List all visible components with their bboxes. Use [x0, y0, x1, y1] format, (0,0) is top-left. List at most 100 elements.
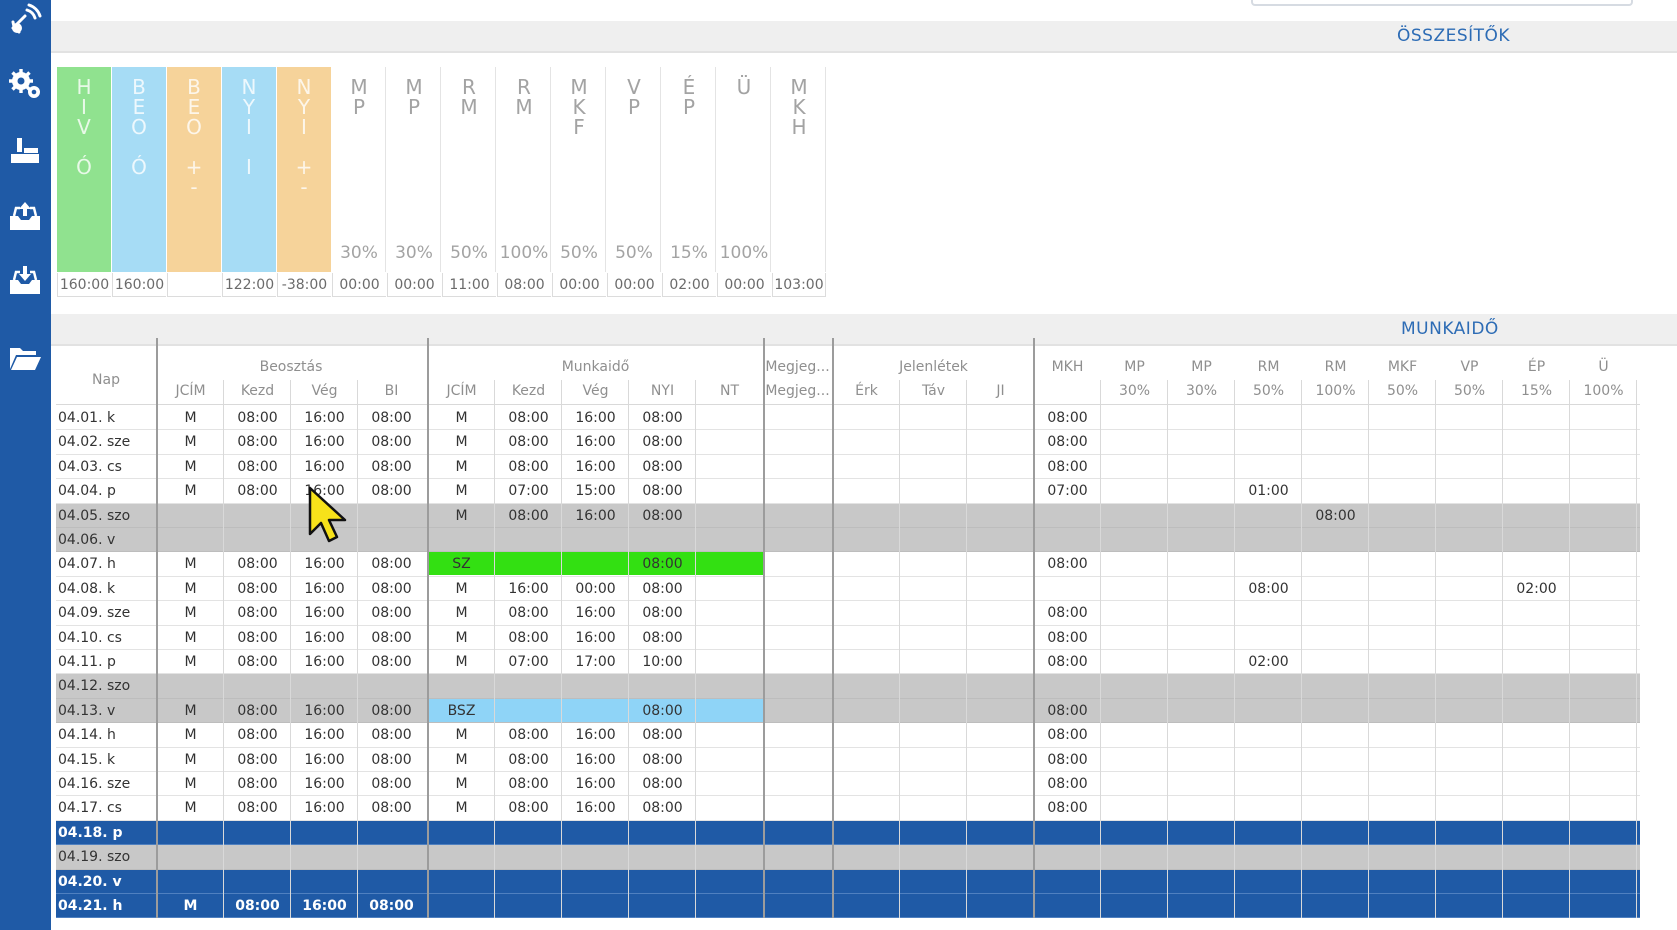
table-cell[interactable]	[900, 870, 967, 894]
table-cell[interactable]: 16:00	[291, 796, 358, 820]
table-cell[interactable]	[428, 870, 495, 894]
column-header[interactable]: JI	[967, 380, 1034, 402]
table-cell[interactable]	[967, 723, 1034, 747]
table-cell[interactable]	[1436, 772, 1503, 796]
table-cell[interactable]: M	[157, 894, 224, 918]
table-cell[interactable]: M	[428, 406, 495, 430]
table-cell[interactable]	[1570, 674, 1637, 698]
table-cell[interactable]: 08:00	[1034, 650, 1101, 674]
table-cell[interactable]	[900, 479, 967, 503]
table-cell[interactable]	[1503, 601, 1570, 625]
column-header[interactable]: RM	[1302, 356, 1369, 378]
table-cell[interactable]: 08:00	[629, 430, 696, 454]
table-cell[interactable]: 08:00	[629, 406, 696, 430]
table-cell[interactable]	[562, 821, 629, 845]
table-cell[interactable]	[1436, 845, 1503, 869]
table-cell[interactable]	[224, 528, 291, 552]
table-cell[interactable]	[224, 845, 291, 869]
table-cell[interactable]	[1034, 577, 1101, 601]
table-cell[interactable]: 16:00	[291, 406, 358, 430]
column-header[interactable]: MKH	[1034, 356, 1101, 378]
table-cell[interactable]	[1436, 406, 1503, 430]
table-cell[interactable]	[1503, 479, 1570, 503]
table-cell[interactable]	[629, 870, 696, 894]
table-cell[interactable]: 16:00	[291, 650, 358, 674]
table-cell[interactable]	[833, 870, 900, 894]
table-cell[interactable]	[1168, 894, 1235, 918]
table-cell[interactable]	[696, 577, 763, 601]
table-cell[interactable]: 16:00	[291, 601, 358, 625]
table-cell[interactable]	[1503, 552, 1570, 576]
table-row[interactable]: 04.05. szo M 08:00 16:00 08:00 08:00	[56, 503, 1640, 528]
table-row[interactable]: 04.17. cs M 08:00 16:00 08:00 M 08:00 16:00 08:0…	[56, 796, 1640, 821]
table-cell[interactable]: 08:00	[358, 455, 425, 479]
table-row[interactable]: 04.15. k M 08:00 16:00 08:00 M 08:00 16:00 08:00…	[56, 748, 1640, 772]
table-cell[interactable]: 17:00	[562, 650, 629, 674]
table-cell[interactable]	[1503, 821, 1570, 845]
table-cell[interactable]	[1369, 552, 1436, 576]
table-cell[interactable]	[1503, 674, 1570, 698]
table-cell[interactable]	[1235, 772, 1302, 796]
summary-column[interactable]: N Y I I 122:00	[222, 67, 276, 298]
table-cell[interactable]	[157, 504, 224, 528]
column-header[interactable]: ÉP	[1503, 356, 1570, 378]
table-cell[interactable]	[1369, 601, 1436, 625]
table-cell[interactable]	[833, 626, 900, 650]
column-header[interactable]: Vég	[562, 380, 629, 402]
table-cell[interactable]	[900, 723, 967, 747]
table-cell[interactable]	[1369, 650, 1436, 674]
column-header[interactable]: Megjeg...	[764, 380, 831, 402]
table-cell[interactable]: 16:00	[562, 772, 629, 796]
table-cell[interactable]	[696, 479, 763, 503]
table-cell[interactable]	[696, 626, 763, 650]
summary-column[interactable]: R M 50% 11:00	[442, 67, 496, 298]
table-cell[interactable]	[967, 772, 1034, 796]
table-cell[interactable]: M	[428, 504, 495, 528]
table-cell[interactable]	[833, 455, 900, 479]
table-cell[interactable]: M	[157, 552, 224, 576]
table-cell[interactable]	[900, 601, 967, 625]
table-cell[interactable]	[495, 552, 562, 576]
table-cell[interactable]: 08:00	[358, 479, 425, 503]
table-cell[interactable]: 08:00	[358, 430, 425, 454]
table-cell[interactable]	[696, 845, 763, 869]
table-cell[interactable]	[1235, 552, 1302, 576]
table-cell[interactable]	[629, 894, 696, 918]
table-cell[interactable]	[764, 650, 831, 674]
table-cell[interactable]	[1369, 723, 1436, 747]
table-cell[interactable]	[967, 821, 1034, 845]
table-cell[interactable]	[1369, 455, 1436, 479]
table-cell[interactable]	[1168, 577, 1235, 601]
table-cell[interactable]	[833, 504, 900, 528]
table-cell[interactable]	[1168, 552, 1235, 576]
table-cell[interactable]: 08:00	[224, 796, 291, 820]
table-cell[interactable]	[1101, 504, 1168, 528]
column-header[interactable]: MKF	[1369, 356, 1436, 378]
table-cell[interactable]	[1570, 796, 1637, 820]
table-cell[interactable]	[1503, 504, 1570, 528]
table-cell[interactable]	[629, 528, 696, 552]
table-cell[interactable]	[1302, 821, 1369, 845]
table-cell[interactable]: M	[157, 723, 224, 747]
table-cell[interactable]	[1101, 577, 1168, 601]
table-cell[interactable]: 00:00	[562, 577, 629, 601]
table-cell[interactable]: M	[157, 577, 224, 601]
table-cell[interactable]	[1570, 552, 1637, 576]
table-cell[interactable]	[1168, 772, 1235, 796]
table-cell[interactable]	[1101, 479, 1168, 503]
summary-column[interactable]: M K F 50% 00:00	[552, 67, 606, 298]
table-cell[interactable]	[833, 748, 900, 772]
table-cell[interactable]: 08:00	[495, 772, 562, 796]
table-cell[interactable]	[1570, 504, 1637, 528]
table-cell[interactable]	[1570, 748, 1637, 772]
table-cell[interactable]	[224, 821, 291, 845]
table-cell[interactable]	[1503, 650, 1570, 674]
table-cell[interactable]	[1034, 821, 1101, 845]
table-cell[interactable]: 16:00	[562, 455, 629, 479]
table-cell[interactable]	[1034, 528, 1101, 552]
table-cell[interactable]	[764, 528, 831, 552]
table-cell[interactable]: 16:00	[291, 772, 358, 796]
table-cell[interactable]	[696, 455, 763, 479]
table-cell[interactable]	[1503, 406, 1570, 430]
table-cell[interactable]: 08:00	[1034, 748, 1101, 772]
